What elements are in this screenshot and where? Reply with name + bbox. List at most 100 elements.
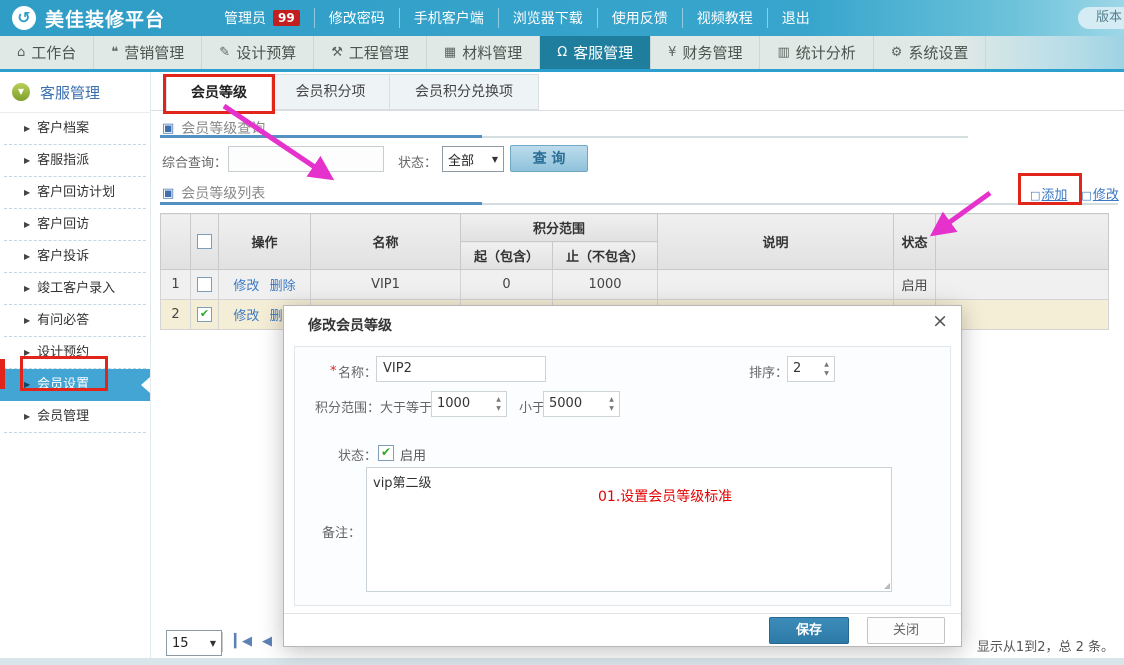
nav-label: 设计预算 — [236, 42, 296, 63]
step-down-icon[interactable]: ▼ — [604, 404, 619, 413]
nav-tab-customer-service[interactable]: Ω 客服管理 — [540, 36, 651, 69]
close-button[interactable]: 关闭 — [867, 617, 945, 644]
notification-badge[interactable]: 99 — [273, 10, 300, 26]
sidebar-item-service-dispatch[interactable]: ▶客服指派 — [4, 145, 146, 177]
row-description — [658, 270, 894, 300]
nav-tab-statistics[interactable]: ▥ 统计分析 — [760, 36, 873, 69]
row-checkbox-cell: ✔ — [191, 300, 219, 330]
sidebar-item-label: 竣工客户录入 — [37, 281, 115, 296]
status-select[interactable]: 全部 ▼ — [442, 146, 504, 172]
section-accent — [160, 202, 482, 205]
sidebar-item-qa[interactable]: ▶有问必答 — [4, 305, 146, 337]
row-checkbox[interactable]: ✔ — [197, 307, 212, 322]
sidebar-item-label: 有问必答 — [37, 313, 89, 328]
edit-label: 修改 — [1093, 188, 1119, 203]
col-name: 名称 — [311, 214, 461, 270]
nav-label: 财务管理 — [682, 42, 742, 63]
menu-browser-download[interactable]: 浏览器下载 — [498, 8, 597, 28]
menu-admin[interactable]: 管理员 99 — [210, 8, 314, 28]
menu-change-password[interactable]: 修改密码 — [314, 8, 399, 28]
menu-mobile-client[interactable]: 手机客户端 — [399, 8, 498, 28]
menu-feedback[interactable]: 使用反馈 — [597, 8, 682, 28]
page-size-select[interactable]: 15 ▼ — [166, 630, 222, 656]
first-page-icon[interactable]: ▎◀ — [234, 634, 250, 649]
tab-member-points[interactable]: 会员积分项 — [271, 74, 390, 110]
step-down-icon[interactable]: ▼ — [491, 404, 506, 413]
select-all-checkbox[interactable] — [197, 234, 212, 249]
name-field[interactable]: VIP2 — [376, 356, 546, 382]
edit-button[interactable]: □修改 — [1081, 184, 1118, 203]
nav-tab-design-budget[interactable]: ✎ 设计预算 — [202, 36, 314, 69]
status-label: 状态： — [338, 445, 377, 464]
sidebar-item-complaints[interactable]: ▶客户投诉 — [4, 241, 146, 273]
col-range-from: 起（包含） — [461, 242, 553, 270]
sidebar-item-member-management[interactable]: ▶ 会员管理 — [4, 401, 146, 433]
caret-icon: ▶ — [24, 412, 30, 421]
step-down-icon[interactable]: ▼ — [819, 369, 834, 378]
points-range-label: 积分范围： — [315, 397, 380, 416]
sidebar-item-customer-files[interactable]: ▶客户档案 — [4, 113, 146, 145]
edit-icon: ✎ — [219, 45, 230, 60]
sidebar-item-label: 客户回访 — [37, 217, 89, 232]
sidebar: ▼ 客服管理 ▶客户档案 ▶客服指派 ▶客户回访计划 ▶客户回访 ▶客户投诉 ▶… — [0, 72, 151, 658]
row-filler — [936, 270, 1109, 300]
add-button[interactable]: □添加 — [1030, 184, 1067, 203]
nav-tab-marketing[interactable]: ❝ 营销管理 — [94, 36, 202, 69]
step-up-icon[interactable]: ▲ — [819, 360, 834, 369]
close-icon[interactable]: × — [932, 310, 948, 332]
tab-points-exchange[interactable]: 会员积分兑换项 — [389, 74, 539, 110]
range-to-stepper[interactable]: 5000 ▲▼ — [543, 391, 620, 417]
row-status: 启用 — [894, 270, 936, 300]
keyword-input[interactable] — [228, 146, 384, 172]
save-button[interactable]: 保存 — [769, 617, 849, 644]
step-up-icon[interactable]: ▲ — [604, 395, 619, 404]
keyword-label: 综合查询： — [162, 152, 227, 171]
required-mark: * — [330, 364, 337, 379]
sort-value: 2 — [788, 357, 819, 381]
nav-tab-workbench[interactable]: ⌂ 工作台 — [0, 36, 94, 69]
headset-icon: Ω — [557, 45, 567, 60]
step-up-icon[interactable]: ▲ — [491, 395, 506, 404]
nav-tab-system-settings[interactable]: ⚙ 系统设置 — [874, 36, 987, 69]
section-underline — [160, 136, 968, 138]
sidebar-item-design-appointment[interactable]: ▶设计预约 — [4, 337, 146, 369]
sidebar-item-label: 会员管理 — [37, 409, 89, 424]
sidebar-section-customer-service[interactable]: ▼ 客服管理 — [0, 72, 150, 113]
caret-icon: ▶ — [24, 220, 30, 229]
caret-icon: ▶ — [24, 284, 30, 293]
list-section-title: ▣ 会员等级列表 — [162, 183, 265, 203]
sidebar-item-customer-callback[interactable]: ▶ 客户回访 — [4, 209, 146, 241]
enabled-checkbox[interactable]: ✔ — [378, 445, 394, 461]
range-from-stepper[interactable]: 1000 ▲▼ — [431, 391, 507, 417]
tab-member-level[interactable]: 会员等级 — [166, 74, 272, 112]
chat-icon: ❝ — [111, 45, 118, 60]
resize-grip-icon[interactable]: ◢ — [884, 581, 890, 590]
row-edit-link[interactable]: 修改 — [233, 309, 259, 324]
sidebar-item-member-settings[interactable]: ▶会员设置 — [0, 369, 150, 401]
row-delete-link[interactable]: 删除 — [270, 279, 296, 294]
menu-video-tutorial[interactable]: 视频教程 — [682, 8, 767, 28]
sidebar-section-label: 客服管理 — [40, 82, 100, 103]
prev-page-icon[interactable]: ◀ — [262, 634, 272, 649]
sidebar-item-label: 会员设置 — [37, 377, 89, 392]
sort-stepper[interactable]: 2 ▲▼ — [787, 356, 835, 382]
table-row: 1 修改 删除 VIP1 0 1000 启用 — [161, 270, 1109, 300]
row-edit-link[interactable]: 修改 — [233, 279, 259, 294]
sidebar-item-label: 客户投诉 — [37, 249, 89, 264]
row-checkbox[interactable] — [197, 277, 212, 292]
tutorial-annotation: 01.设置会员等级标准 — [598, 486, 732, 506]
brand-name: 美佳装修平台 — [45, 5, 165, 32]
logo-icon: ↺ — [12, 6, 36, 30]
enabled-label: 启用 — [400, 445, 426, 464]
nav-tab-materials[interactable]: ▦ 材料管理 — [427, 36, 540, 69]
sidebar-item-completed-entry[interactable]: ▶ 竣工客户录入 — [4, 273, 146, 305]
nav-tab-project[interactable]: ⚒ 工程管理 — [314, 36, 427, 69]
row-range-from: 0 — [461, 270, 553, 300]
menu-logout[interactable]: 退出 — [767, 8, 824, 28]
version-button[interactable]: 版本 — [1078, 7, 1124, 29]
search-button[interactable]: 查 询 — [510, 145, 588, 172]
sidebar-item-callback-plan[interactable]: ▶客户回访计划 — [4, 177, 146, 209]
caret-icon: ▶ — [24, 156, 30, 165]
list-toolbar: □添加 □修改 — [1030, 184, 1119, 203]
nav-tab-finance[interactable]: ¥ 财务管理 — [651, 36, 760, 69]
